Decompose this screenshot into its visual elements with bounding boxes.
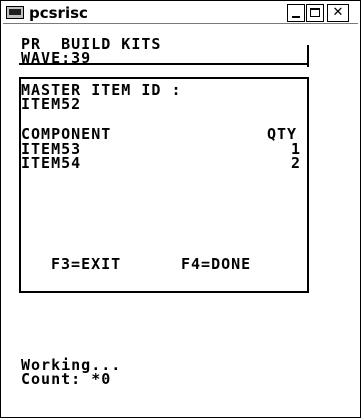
minimize-icon bbox=[292, 16, 300, 18]
maximize-button[interactable] bbox=[306, 4, 324, 22]
master-item-value: ITEM52 bbox=[21, 95, 82, 113]
minimize-button[interactable] bbox=[287, 4, 305, 22]
terminal-window: pcsrisc ✕ PR BUILD KITS WAVE:39 MASTER I… bbox=[0, 0, 361, 418]
close-icon: ✕ bbox=[332, 5, 344, 20]
close-button[interactable]: ✕ bbox=[327, 4, 349, 22]
f4-done-key[interactable]: F4=DONE bbox=[181, 257, 251, 272]
table-row-component: ITEM54 bbox=[21, 154, 82, 172]
terminal-icon[interactable] bbox=[6, 6, 24, 19]
status-count: Count: *0 bbox=[21, 370, 112, 388]
header-border bbox=[307, 45, 309, 67]
window-title: pcsrisc bbox=[29, 4, 88, 22]
maximize-icon bbox=[310, 8, 320, 17]
header-divider bbox=[19, 63, 309, 65]
table-row-qty: 2 bbox=[291, 154, 302, 172]
title-bar[interactable]: pcsrisc ✕ bbox=[3, 3, 358, 24]
f3-exit-key[interactable]: F3=EXIT bbox=[51, 257, 121, 272]
